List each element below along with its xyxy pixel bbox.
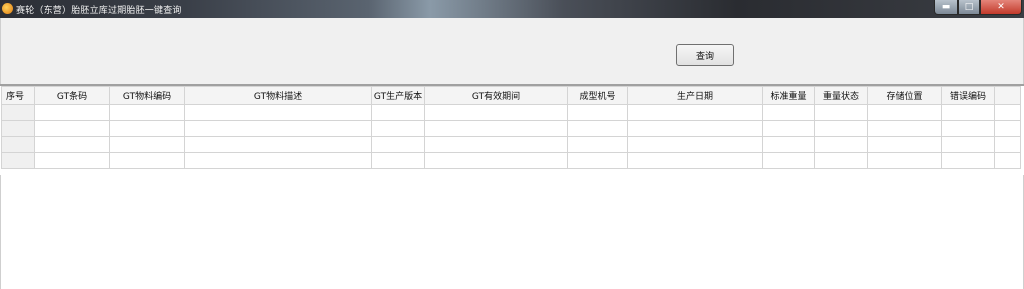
table-cell[interactable] — [371, 104, 425, 121]
table-cell[interactable] — [109, 152, 185, 169]
table-cell-filler — [994, 152, 1021, 169]
column-header-gt-material-code[interactable]: GT物料编码 — [109, 86, 185, 105]
table-cell[interactable] — [867, 120, 942, 137]
app-icon — [2, 3, 13, 14]
table-cell[interactable] — [34, 136, 110, 153]
table-cell[interactable] — [34, 152, 110, 169]
column-header-production-date[interactable]: 生产日期 — [627, 86, 763, 105]
table-cell[interactable] — [424, 104, 568, 121]
table-cell[interactable] — [941, 136, 995, 153]
table-cell[interactable] — [762, 104, 815, 121]
table-cell[interactable] — [814, 136, 868, 153]
column-header-machine-no[interactable]: 成型机号 — [567, 86, 628, 105]
table-cell[interactable] — [567, 120, 628, 137]
table-cell[interactable] — [627, 152, 763, 169]
table-cell[interactable] — [762, 120, 815, 137]
table-cell-filler — [994, 104, 1021, 121]
table-cell[interactable] — [109, 136, 185, 153]
table-cell[interactable] — [627, 104, 763, 121]
table-cell[interactable] — [941, 120, 995, 137]
row-header-cell[interactable] — [1, 136, 35, 153]
table-cell-filler — [994, 120, 1021, 137]
column-header-storage-location[interactable]: 存储位置 — [867, 86, 942, 105]
table-row[interactable] — [1, 152, 1021, 169]
table-cell[interactable] — [567, 104, 628, 121]
results-grid[interactable]: 序号 GT条码 GT物料编码 GT物料描述 GT生产版本 GT有效期间 成型机号… — [1, 86, 1021, 169]
title-bar: 赛轮（东营）胎胚立库过期胎胚一键查询 ▬ □ ✕ — [0, 0, 1024, 18]
column-header-gt-barcode[interactable]: GT条码 — [34, 86, 110, 105]
column-header-gt-version[interactable]: GT生产版本 — [371, 86, 425, 105]
column-header-seq[interactable]: 序号 — [1, 86, 35, 105]
table-cell[interactable] — [762, 136, 815, 153]
table-cell[interactable] — [567, 136, 628, 153]
column-header-filler — [994, 86, 1021, 105]
window-title: 赛轮（东营）胎胚立库过期胎胚一键查询 — [16, 6, 182, 16]
table-cell[interactable] — [371, 120, 425, 137]
table-cell[interactable] — [184, 136, 372, 153]
column-header-error-code[interactable]: 错误编码 — [941, 86, 995, 105]
table-cell[interactable] — [184, 104, 372, 121]
column-header-weight-status[interactable]: 重量状态 — [814, 86, 868, 105]
column-header-gt-material-desc[interactable]: GT物料描述 — [184, 86, 372, 105]
table-cell[interactable] — [627, 120, 763, 137]
table-cell[interactable] — [109, 104, 185, 121]
row-header-cell[interactable] — [1, 120, 35, 137]
table-cell[interactable] — [567, 152, 628, 169]
table-row[interactable] — [1, 136, 1021, 153]
table-cell[interactable] — [867, 104, 942, 121]
table-cell[interactable] — [424, 120, 568, 137]
table-cell[interactable] — [762, 152, 815, 169]
query-button[interactable]: 查询 — [676, 44, 734, 66]
table-cell[interactable] — [941, 152, 995, 169]
window-controls: ▬ □ ✕ — [934, 0, 1022, 16]
column-header-gt-validity[interactable]: GT有效期间 — [424, 86, 568, 105]
table-cell[interactable] — [867, 136, 942, 153]
table-cell[interactable] — [184, 152, 372, 169]
table-cell[interactable] — [814, 152, 868, 169]
table-cell[interactable] — [184, 120, 372, 137]
table-row[interactable] — [1, 104, 1021, 121]
close-button[interactable]: ✕ — [980, 0, 1022, 15]
query-panel: 查询 — [0, 18, 1024, 85]
table-cell[interactable] — [814, 120, 868, 137]
table-cell[interactable] — [109, 120, 185, 137]
minimize-button[interactable]: ▬ — [934, 0, 958, 15]
table-cell[interactable] — [867, 152, 942, 169]
table-cell[interactable] — [424, 152, 568, 169]
table-cell-filler — [994, 136, 1021, 153]
table-cell[interactable] — [424, 136, 568, 153]
table-cell[interactable] — [34, 104, 110, 121]
table-cell[interactable] — [34, 120, 110, 137]
table-cell[interactable] — [941, 104, 995, 121]
table-cell[interactable] — [371, 136, 425, 153]
maximize-button[interactable]: □ — [958, 0, 980, 15]
table-row[interactable] — [1, 120, 1021, 137]
table-cell[interactable] — [627, 136, 763, 153]
row-header-cell[interactable] — [1, 104, 35, 121]
table-cell[interactable] — [371, 152, 425, 169]
grid-empty-area[interactable] — [0, 175, 1024, 289]
column-header-standard-weight[interactable]: 标准重量 — [762, 86, 815, 105]
row-header-cell[interactable] — [1, 152, 35, 169]
grid-header-row: 序号 GT条码 GT物料编码 GT物料描述 GT生产版本 GT有效期间 成型机号… — [1, 86, 1021, 105]
table-cell[interactable] — [814, 104, 868, 121]
